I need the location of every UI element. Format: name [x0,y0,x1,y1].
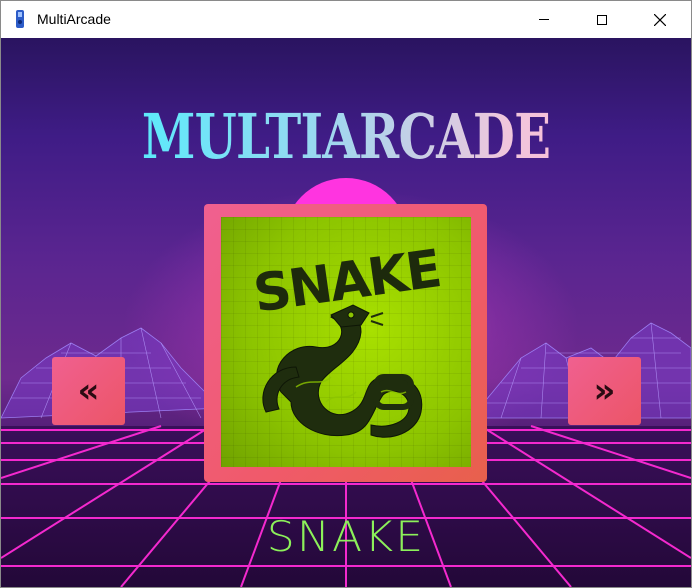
title-bar[interactable]: MultiArcade [1,1,691,38]
selected-game-name: SNAKE [266,512,426,561]
game-card[interactable]: SNAKE [204,204,487,482]
arcade-background: MULTIARCADE « » SNAKE SNAKE [1,38,691,587]
app-logo: MULTIARCADE [77,100,615,173]
chevron-double-left-icon: « [77,371,100,411]
minimize-button[interactable] [515,1,573,38]
close-button[interactable] [631,1,689,38]
maximize-button[interactable] [573,1,631,38]
window-title: MultiArcade [37,11,111,27]
chevron-double-right-icon: » [593,371,616,411]
previous-game-button[interactable]: « [52,357,125,425]
close-icon [654,13,666,26]
app-icon [16,10,24,28]
minimize-icon [539,19,549,20]
game-preview[interactable]: SNAKE [221,217,471,467]
app-window: MultiArcade MULTIARCADE « » SNAKE SNAKE [0,0,692,588]
maximize-icon [597,14,607,25]
snake-game-art: SNAKE [250,239,443,438]
snake-illustration-icon [262,304,423,438]
next-game-button[interactable]: » [568,357,641,425]
